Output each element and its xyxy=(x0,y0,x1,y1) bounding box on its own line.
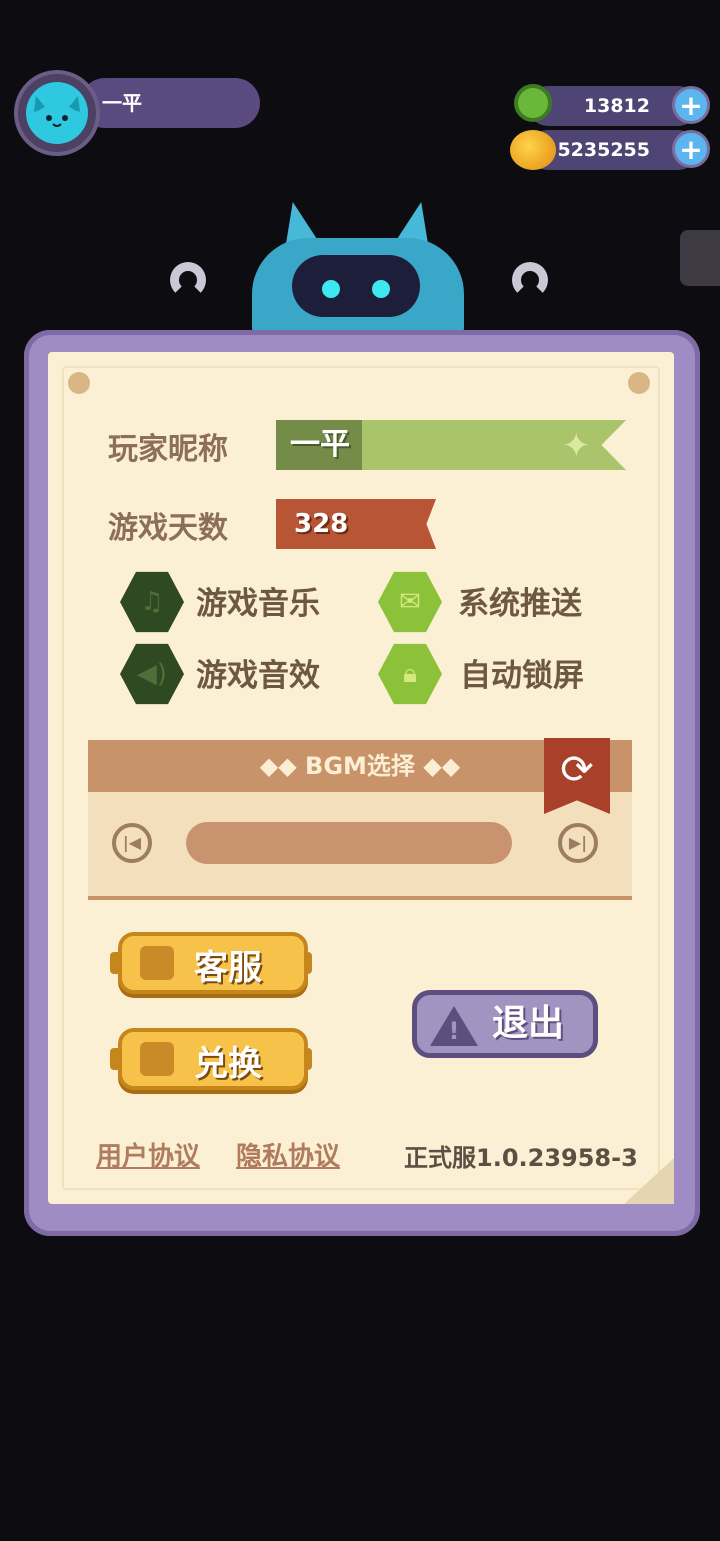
add-gold-currency-button[interactable]: + xyxy=(672,130,710,168)
logout-label: 退出 xyxy=(492,1003,565,1044)
music-note-icon: ♫ xyxy=(140,587,164,617)
plus-icon: + xyxy=(679,133,703,166)
nickname-label: 玩家昵称 xyxy=(108,432,228,467)
music-label: 游戏音乐 xyxy=(196,586,320,622)
green-gem-icon xyxy=(514,84,552,122)
planet-coin-icon xyxy=(510,130,556,170)
robot-face xyxy=(292,255,420,317)
privacy-policy-link[interactable]: 隐私协议 xyxy=(236,1136,340,1173)
robot-eye-icon xyxy=(322,280,340,298)
add-green-currency-button[interactable]: + xyxy=(672,86,710,124)
gift-icon xyxy=(140,1042,174,1076)
green-currency-value: 13812 xyxy=(583,95,650,117)
previous-track-button[interactable]: |◀ xyxy=(112,823,152,863)
plus-icon: + xyxy=(679,89,703,122)
robot-eye-icon xyxy=(372,280,390,298)
sfx-label: 游戏音效 xyxy=(196,658,320,694)
speaker-icon: ◀) xyxy=(136,659,168,689)
loop-icon: ⟳ xyxy=(560,747,594,793)
pin-icon xyxy=(628,372,650,394)
envelope-icon: ✉ xyxy=(399,587,421,617)
days-value: 328 xyxy=(294,509,349,539)
side-tab-button[interactable] xyxy=(680,230,720,286)
pin-icon xyxy=(68,372,90,394)
user-agreement-link[interactable]: 用户协议 xyxy=(96,1136,200,1173)
version-text: 正式服1.0.23958-3 xyxy=(404,1144,638,1172)
player-name: 一平 xyxy=(102,91,142,115)
bgm-track-slot[interactable] xyxy=(186,822,512,864)
skip-back-icon: |◀ xyxy=(122,833,142,852)
push-label: 系统推送 xyxy=(458,586,582,622)
redeem-label: 兑换 xyxy=(194,1044,262,1084)
lock-icon: 🔒︎ xyxy=(403,658,417,689)
customer-service-label: 客服 xyxy=(194,948,262,988)
gold-currency-value: 5235255 xyxy=(557,139,650,161)
days-label: 游戏天数 xyxy=(108,511,228,546)
skip-forward-icon: ▶| xyxy=(568,833,588,852)
robot-right-claw-icon xyxy=(512,262,548,298)
next-track-button[interactable]: ▶| xyxy=(558,823,598,863)
people-icon xyxy=(140,946,174,980)
avatar[interactable] xyxy=(26,82,88,144)
nickname-value: 一平 xyxy=(290,427,350,462)
autolock-label: 自动锁屏 xyxy=(460,658,584,694)
sparkle-edit-icon[interactable]: ✦ xyxy=(562,426,591,466)
cat-face-icon xyxy=(34,96,80,136)
player-name-pill[interactable]: 一平 xyxy=(80,78,260,128)
robot-left-claw-icon xyxy=(170,262,206,298)
